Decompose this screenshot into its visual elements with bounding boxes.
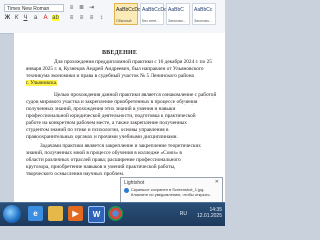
style-name: Обычный bbox=[116, 19, 132, 23]
start-button[interactable] bbox=[3, 205, 21, 223]
notification-title: Lightshot bbox=[124, 180, 145, 186]
word-glyph: W bbox=[92, 210, 101, 219]
document-line: Целью прохождения данной практики являет… bbox=[54, 92, 217, 98]
bold-button[interactable]: Ж bbox=[4, 15, 11, 21]
underline-button[interactable]: Ч bbox=[22, 15, 29, 21]
highlight-icon[interactable]: ab bbox=[52, 15, 59, 21]
play-glyph: ▶ bbox=[72, 209, 79, 218]
strikethrough-button[interactable]: a bbox=[32, 15, 39, 21]
align-center-icon[interactable]: ≡ bbox=[78, 15, 85, 21]
style-heading-2[interactable]: AaBbCc Заголово... bbox=[192, 3, 216, 25]
close-icon[interactable]: ✕ bbox=[215, 179, 219, 185]
style-sample: AaBbCcDc bbox=[116, 7, 141, 13]
document-line: судов мирового участка и закрепление при… bbox=[26, 99, 198, 105]
align-left-icon[interactable]: ≡ bbox=[68, 15, 75, 21]
document-line: Задачами практики является закрепление и… bbox=[40, 143, 201, 149]
document-line: техникума экономики и права в судебный у… bbox=[26, 73, 194, 79]
bullets-icon[interactable]: ≡ bbox=[68, 5, 75, 11]
document-line: знаний, полученных мной в процессе обуче… bbox=[26, 150, 182, 156]
language-indicator[interactable]: RU bbox=[180, 211, 187, 217]
document-line: профессиональной юридической деятельност… bbox=[26, 113, 196, 119]
style-sample: AaBbCcDc bbox=[142, 7, 167, 13]
justify-icon[interactable]: ≡ bbox=[88, 15, 95, 21]
numbering-icon[interactable]: ≣ bbox=[78, 5, 85, 11]
style-normal[interactable]: AaBbCcDc Обычный bbox=[114, 3, 141, 25]
style-no-spacing[interactable]: AaBbCcDc Без инте... bbox=[140, 3, 167, 25]
font-name-box[interactable]: Times New Roman bbox=[4, 4, 64, 12]
document-title: ВВЕДЕНИЕ bbox=[101, 50, 138, 56]
style-name: Заголово... bbox=[168, 19, 186, 23]
document-line: студентом знаний по этике и психологии, … bbox=[26, 127, 169, 133]
indent-icon[interactable]: ⇥ bbox=[88, 5, 95, 11]
ie-glyph: e bbox=[33, 209, 38, 218]
document-line: области различных отраслей права; расшир… bbox=[26, 157, 181, 163]
styles-gallery: AaBbCcDc Обычный AaBbCcDc Без инте... Aa… bbox=[114, 3, 222, 27]
word-icon[interactable]: W bbox=[88, 206, 105, 223]
style-heading-1[interactable]: AaBbC Заголово... bbox=[166, 3, 190, 25]
line-spacing-icon[interactable]: ↕ bbox=[98, 15, 105, 21]
style-name: Заголово... bbox=[194, 19, 212, 23]
screenshot-notification[interactable]: Lightshot ✕ Скриншот сохранен в Screensh… bbox=[120, 177, 223, 204]
clock[interactable]: 14:35 12.01.2025 bbox=[197, 207, 222, 219]
font-group: Times New Roman Ж К Ч a A ab ≡ ≣ ⇥ ≡ ≡ ≡… bbox=[2, 2, 112, 30]
document-line: кругозора, приобретение навыков и умений… bbox=[26, 164, 176, 170]
notification-text: Скриншот сохранен в Screenshot_1.jpg. Кл… bbox=[131, 187, 211, 197]
lightshot-icon bbox=[124, 188, 129, 193]
ribbon: Times New Roman Ж К Ч a A ab ≡ ≣ ⇥ ≡ ≡ ≡… bbox=[0, 0, 225, 34]
style-sample: AaBbCc bbox=[194, 7, 213, 13]
document-line: января 2025 г. я, Кузнецов Андрей Андрее… bbox=[26, 66, 204, 72]
internet-explorer-icon[interactable]: e bbox=[28, 206, 43, 221]
chrome-icon[interactable] bbox=[108, 206, 123, 221]
document-line: полученных знаний, прохождения этих знан… bbox=[26, 106, 176, 112]
font-color-icon[interactable]: A bbox=[42, 15, 49, 21]
clock-date: 12.01.2025 bbox=[196, 213, 222, 219]
file-explorer-icon[interactable] bbox=[48, 206, 63, 221]
style-name: Без инте... bbox=[142, 19, 160, 23]
taskbar: e ▶ W RU 14:35 12.01.2025 bbox=[0, 202, 225, 226]
document-line: Для прохождения преддипломной практики с… bbox=[54, 59, 212, 65]
media-player-icon[interactable]: ▶ bbox=[68, 206, 83, 221]
style-sample: AaBbC bbox=[168, 7, 184, 13]
document-line: работе на конкретном рабочем месте, а та… bbox=[26, 120, 187, 126]
document-line: г. Ульяновска. bbox=[26, 80, 58, 86]
document-line: правоохранительных органах и прочими уче… bbox=[26, 134, 178, 140]
italic-button[interactable]: К bbox=[13, 15, 20, 21]
